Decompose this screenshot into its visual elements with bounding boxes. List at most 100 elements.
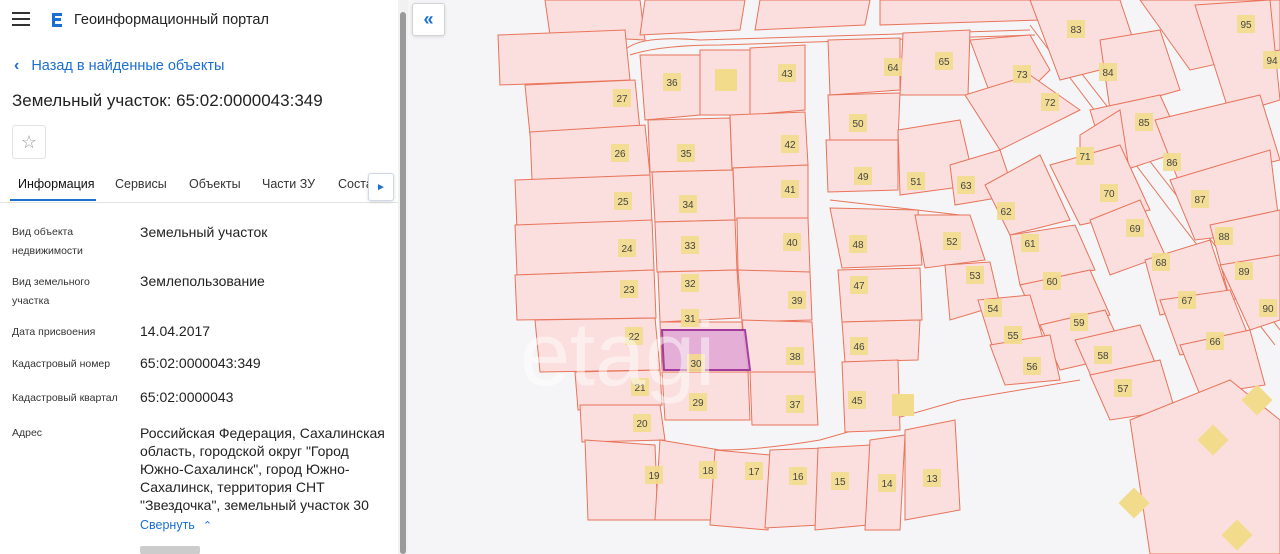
- page-title: Земельный участок: 65:02:0000043:349: [12, 91, 323, 110]
- parcel-number-label: 87: [1194, 195, 1206, 206]
- parcel-number-label: 49: [857, 172, 869, 183]
- parcel-shape[interactable]: [579, 404, 666, 443]
- favorite-button[interactable]: ☆: [12, 125, 46, 159]
- parcel-shape[interactable]: [879, 0, 1041, 26]
- portal-title: Геоинформационный портал: [74, 12, 269, 28]
- parcel-number-label: 34: [682, 200, 694, 211]
- star-icon: ☆: [20, 131, 38, 152]
- parcel-number-label: 37: [789, 400, 801, 411]
- parcel-number-label: 70: [1103, 189, 1115, 200]
- parcel-number-label: 69: [1129, 224, 1141, 235]
- label-cadastral-quarter: Кадастровый квартал: [12, 392, 118, 404]
- label-parcel-type: Вид земельного участка: [12, 276, 90, 307]
- parcel-number-label: 68: [1155, 258, 1167, 269]
- collapse-address-link[interactable]: Свернуть ⌃: [140, 518, 212, 532]
- cut-off-row: [140, 546, 200, 554]
- app-header: Геоинформационный портал: [0, 0, 398, 40]
- parcel-number-label: 90: [1262, 304, 1274, 315]
- parcel-number-label: 45: [851, 396, 863, 407]
- active-tab-indicator: [10, 199, 96, 201]
- parcel-number-label: 23: [623, 285, 635, 296]
- label-assignment-date: Дата присвоения: [12, 326, 96, 338]
- cadastral-map[interactable]: 36 43 27 64 65 83 95 73 84 94 72 26 35 42 50 85 71 86 49 51…: [408, 0, 1280, 554]
- panel-scrollbar[interactable]: [400, 12, 406, 554]
- parcel-number-label: 66: [1209, 337, 1221, 348]
- tabs-scroll-right-button[interactable]: ►: [368, 173, 394, 201]
- back-to-results-link[interactable]: ‹ Назад в найденные объекты: [14, 57, 224, 75]
- parcel-shape[interactable]: [964, 74, 1081, 151]
- parcel-number-label: 33: [684, 241, 696, 252]
- parcel-number-label: 14: [881, 479, 893, 490]
- label-address: Адрес: [12, 427, 43, 439]
- value-cadastral-number: 65:02:0000043:349: [140, 355, 261, 371]
- chevron-left-icon: ‹: [14, 57, 20, 74]
- value-object-type: Земельный участок: [140, 224, 268, 240]
- parcel-shape[interactable]: [749, 44, 806, 116]
- parcel-number-label: 36: [666, 78, 678, 89]
- parcel-number-label: 51: [910, 177, 922, 188]
- tab-parts[interactable]: Части ЗУ: [262, 177, 315, 191]
- parcel-number-label: 73: [1016, 70, 1028, 81]
- unnumbered-parcel-marker: [715, 69, 737, 91]
- parcel-number-label: 35: [680, 149, 692, 160]
- parcel-shape[interactable]: [654, 439, 721, 521]
- parcel-number-label: 16: [792, 472, 804, 483]
- tab-bar: Информация Сервисы Объекты Части ЗУ Сост…: [0, 170, 398, 203]
- parcel-shape[interactable]: [497, 29, 631, 86]
- parcel-number-label: 65: [938, 57, 950, 68]
- value-address: Российская Федерация, Сахалинская област…: [140, 425, 385, 513]
- parcel-number-label: 53: [969, 271, 981, 282]
- parcel-number-label: 48: [852, 240, 864, 251]
- parcel-number-label: 94: [1266, 56, 1278, 67]
- parcel-number-label: 64: [887, 63, 899, 74]
- value-parcel-type: Землепользование: [140, 273, 265, 289]
- parcel-shape[interactable]: [741, 319, 816, 373]
- parcel-number-label: 52: [946, 237, 958, 248]
- parcel-number-label: 72: [1044, 98, 1056, 109]
- value-cadastral-quarter: 65:02:0000043: [140, 389, 234, 405]
- parcel-number-label: 27: [616, 94, 628, 105]
- parcel-number-label: 17: [748, 467, 760, 478]
- double-chevron-left-icon: «: [423, 9, 434, 29]
- tab-information[interactable]: Информация: [18, 177, 95, 191]
- parcel-number-label: 89: [1238, 267, 1250, 278]
- parcel-number-label: 46: [853, 342, 865, 353]
- parcel-number-label: 20: [636, 419, 648, 430]
- parcel-number-label: 86: [1166, 158, 1178, 169]
- parcel-number-label: 83: [1070, 25, 1082, 36]
- parcel-number-label: 32: [684, 279, 696, 290]
- parcel-map-canvas[interactable]: 36 43 27 64 65 83 95 73 84 94 72 26 35 42 50 85 71 86 49 51…: [408, 0, 1280, 554]
- tab-objects[interactable]: Объекты: [189, 177, 241, 191]
- parcel-number-label: 88: [1218, 232, 1230, 243]
- parcel-shape[interactable]: [529, 124, 651, 181]
- parcel-number-label: 55: [1007, 331, 1019, 342]
- tab-services[interactable]: Сервисы: [115, 177, 167, 191]
- parcel-number-label: 59: [1073, 318, 1085, 329]
- parcel-number-label: 95: [1240, 20, 1252, 31]
- menu-icon[interactable]: [12, 12, 30, 26]
- parcel-shape[interactable]: [639, 0, 746, 36]
- parcel-number-label: 47: [853, 281, 865, 292]
- parcel-number-label: 38: [789, 352, 801, 363]
- parcel-number-label: 50: [852, 119, 864, 130]
- parcel-number-label: 39: [791, 296, 803, 307]
- parcel-shape[interactable]: [754, 0, 871, 31]
- chevron-up-icon: ⌃: [202, 520, 213, 532]
- parcel-number-label: 54: [987, 304, 999, 315]
- parcel-number-label: 67: [1181, 296, 1193, 307]
- back-link-label: Назад в найденные объекты: [31, 58, 225, 74]
- parcel-number-label: 41: [784, 185, 796, 196]
- value-assignment-date: 14.04.2017: [140, 323, 211, 339]
- parcel-number-label: 85: [1138, 118, 1150, 129]
- parcel-number-label: 62: [1000, 207, 1012, 218]
- parcel-shape[interactable]: [829, 207, 923, 269]
- parcel-number-label: 63: [960, 181, 972, 192]
- unnumbered-parcel-marker: [892, 394, 914, 416]
- label-cadastral-number: Кадастровый номер: [12, 358, 111, 370]
- parcel-number-label: 25: [617, 197, 629, 208]
- parcel-number-label: 40: [786, 238, 798, 249]
- chevron-right-icon: ►: [376, 181, 386, 193]
- collapse-panel-button[interactable]: «: [412, 3, 445, 36]
- portal-logo-icon: [52, 13, 62, 27]
- parcel-shape[interactable]: [749, 371, 819, 426]
